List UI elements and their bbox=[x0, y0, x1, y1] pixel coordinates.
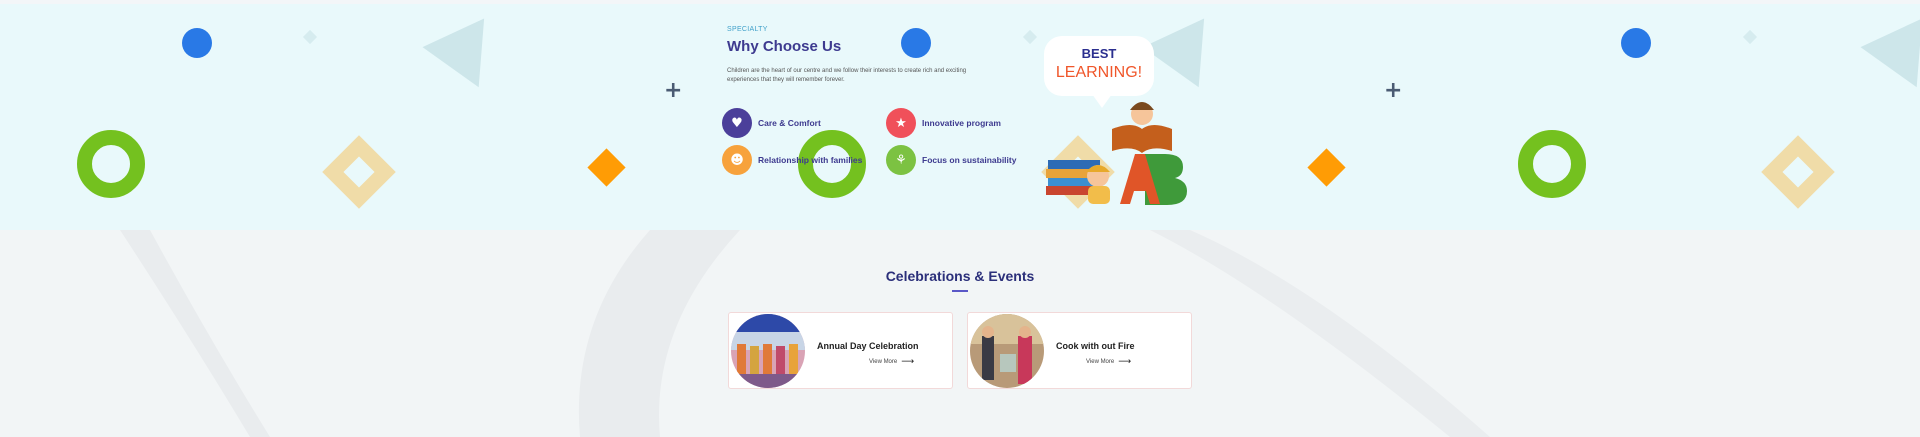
event-title: Cook with out Fire bbox=[1056, 341, 1135, 351]
annual-day-photo bbox=[731, 314, 805, 388]
innovation-icon: ★ bbox=[886, 108, 916, 138]
section-eyebrow: SPECIALTY bbox=[727, 26, 768, 33]
feature-care-comfort: ♥ Care & Comfort bbox=[722, 108, 821, 138]
view-more-label: View More bbox=[869, 359, 898, 365]
green-ring-decoration bbox=[77, 130, 145, 198]
why-choose-us-section: + + SPECIALTY Why Choose Us Children are… bbox=[0, 4, 1920, 230]
feature-sustainability: ⚘ Focus on sustainability bbox=[886, 145, 1016, 175]
cook-without-fire-photo bbox=[970, 314, 1044, 388]
event-photo bbox=[970, 314, 1044, 388]
background-swoosh bbox=[120, 230, 1490, 437]
events-background bbox=[0, 230, 1920, 437]
section-description: Children are the heart of our centre and… bbox=[727, 68, 967, 83]
triangle-decoration bbox=[422, 18, 510, 102]
event-card[interactable]: Annual Day Celebration View More ⟶ bbox=[728, 312, 953, 389]
feature-relationship-families: ☻ Relationship with families bbox=[722, 145, 862, 175]
title-underline bbox=[952, 290, 968, 292]
arrow-right-icon: ⟶ bbox=[1118, 357, 1132, 367]
feature-label: Relationship with families bbox=[758, 155, 863, 165]
feature-label: Focus on sustainability bbox=[922, 155, 1017, 165]
beige-diamond-decoration bbox=[1761, 135, 1835, 209]
sustainability-icon: ⚘ bbox=[886, 145, 916, 175]
family-icon: ☻ bbox=[722, 145, 752, 175]
feature-label: Innovative program bbox=[922, 118, 1001, 128]
best-learning-illustration: BEST LEARNING! bbox=[1040, 34, 1200, 209]
feature-label: Care & Comfort bbox=[758, 118, 821, 128]
beige-diamond-decoration bbox=[322, 135, 396, 209]
specialty-content: SPECIALTY Why Choose Us Children are the… bbox=[727, 26, 1027, 85]
section-heading: Why Choose Us bbox=[727, 38, 842, 55]
green-ring-decoration bbox=[1518, 130, 1586, 198]
small-diamond-decoration bbox=[1742, 29, 1758, 45]
plus-decoration: + bbox=[664, 78, 683, 103]
orange-diamond-decoration bbox=[587, 148, 626, 187]
blue-dot-decoration bbox=[182, 28, 212, 58]
event-title: Annual Day Celebration bbox=[817, 341, 919, 351]
arrow-right-icon: ⟶ bbox=[901, 357, 915, 367]
blue-dot-decoration bbox=[1621, 28, 1651, 58]
care-icon: ♥ bbox=[722, 108, 752, 138]
view-more-label: View More bbox=[1086, 359, 1115, 365]
feature-innovative-program: ★ Innovative program bbox=[886, 108, 1001, 138]
events-title: Celebrations & Events bbox=[885, 268, 1035, 284]
view-more-link[interactable]: View More ⟶ bbox=[1086, 357, 1131, 367]
event-card[interactable]: Cook with out Fire View More ⟶ bbox=[967, 312, 1192, 389]
plus-decoration: + bbox=[1384, 78, 1403, 103]
view-more-link[interactable]: View More ⟶ bbox=[869, 357, 914, 367]
orange-diamond-decoration bbox=[1307, 148, 1346, 187]
triangle-decoration bbox=[1860, 18, 1920, 102]
event-photo bbox=[731, 314, 805, 388]
small-diamond-decoration bbox=[302, 29, 318, 45]
kids-books-illustration bbox=[1046, 102, 1187, 205]
